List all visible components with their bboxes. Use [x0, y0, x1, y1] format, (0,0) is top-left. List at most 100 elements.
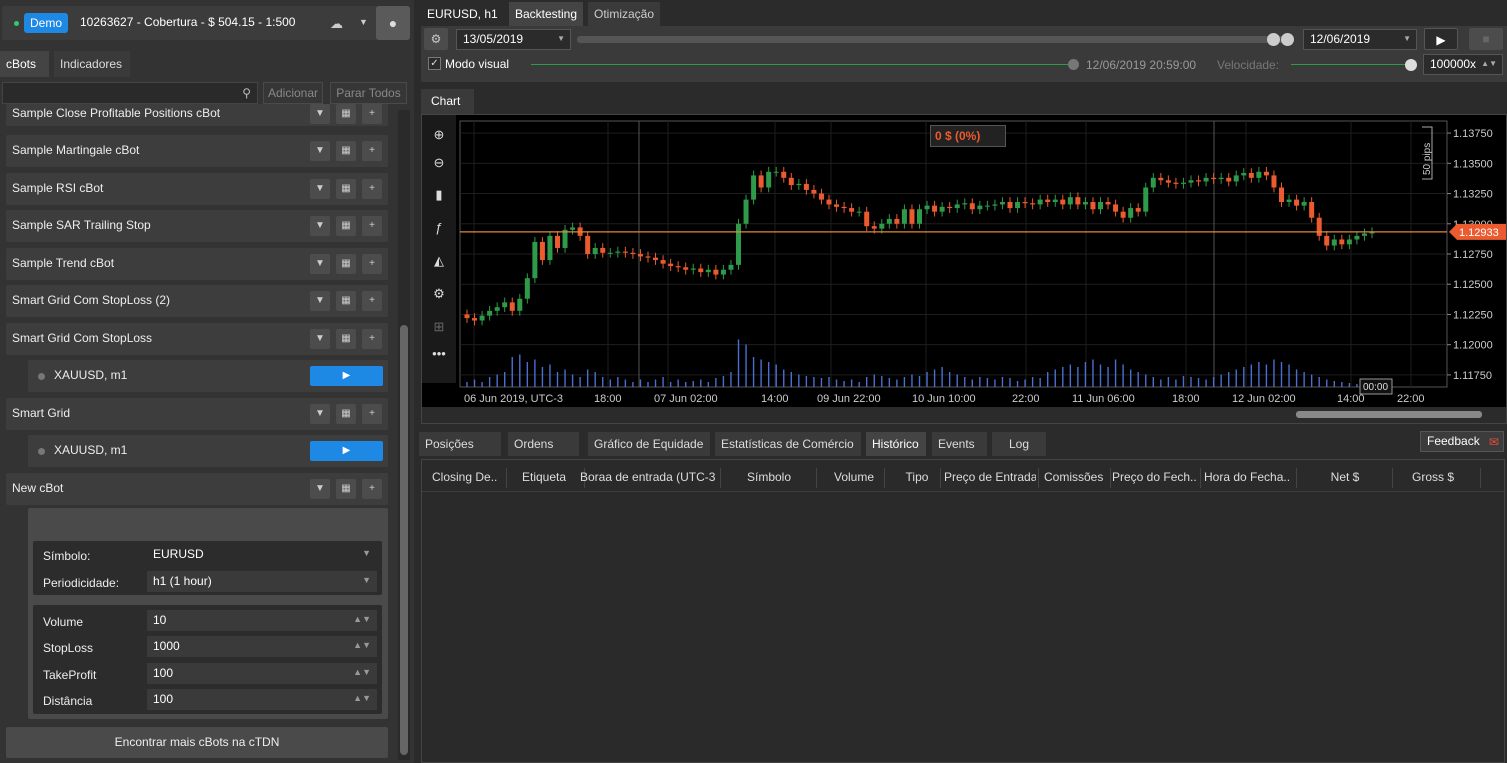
- progress-handle[interactable]: [1068, 59, 1079, 70]
- range-handle-start[interactable]: [1267, 33, 1280, 46]
- instances-icon[interactable]: ▦: [336, 141, 356, 161]
- cbot-row[interactable]: Sample SAR Trailing Stop ▼ ▦ +: [6, 210, 388, 242]
- chart-area[interactable]: ⊕ ⊖ ▮ ƒ ◭ ⚙ ⊞ ••• 1.13750 1.13500 1.13250 1…: [421, 114, 1507, 424]
- cbot-row[interactable]: Smart Grid ▼ ▦ +: [6, 398, 388, 430]
- add-instance-icon[interactable]: +: [362, 179, 382, 199]
- chevron-down-icon[interactable]: ▼: [310, 479, 330, 499]
- cbot-instance[interactable]: XAUUSD, m1 ▶: [28, 435, 388, 467]
- column-header[interactable]: Gross $: [1388, 470, 1478, 484]
- column-header[interactable]: Símbolo: [724, 470, 814, 484]
- chevron-down-icon[interactable]: ▼: [310, 329, 330, 349]
- stepper-icon[interactable]: ▲▼: [353, 640, 371, 650]
- tab-posicoes[interactable]: Posições0: [419, 432, 501, 477]
- column-separator[interactable]: [1296, 468, 1297, 488]
- column-header[interactable]: Preço de Entrada: [944, 470, 1036, 484]
- add-instance-icon[interactable]: +: [362, 404, 382, 424]
- start-date-picker[interactable]: 13/05/2019 ▼: [456, 29, 571, 50]
- instances-icon[interactable]: ▦: [336, 404, 356, 424]
- column-header[interactable]: Volume: [826, 470, 882, 484]
- volume-stepper[interactable]: 10 ▲▼: [147, 610, 377, 631]
- column-separator[interactable]: [940, 468, 941, 488]
- tab-historico[interactable]: Histórico: [866, 432, 926, 456]
- column-separator[interactable]: [1200, 468, 1201, 488]
- speed-select[interactable]: 100000x ▲▼: [1423, 54, 1503, 75]
- play-icon[interactable]: ▶: [1424, 28, 1458, 50]
- chevron-down-icon[interactable]: ▼: [310, 216, 330, 236]
- chevron-down-icon[interactable]: ▼: [310, 104, 330, 124]
- chevron-down-icon[interactable]: ▼: [310, 141, 330, 161]
- column-header[interactable]: Hora do Fecha..: [1204, 470, 1294, 484]
- hscroll-thumb[interactable]: [1296, 411, 1482, 418]
- column-header[interactable]: Net $: [1300, 470, 1390, 484]
- play-icon[interactable]: ▶: [310, 441, 383, 461]
- column-header[interactable]: Preço do Fech..: [1112, 470, 1198, 484]
- settings-gear-icon[interactable]: ⚙: [424, 28, 448, 50]
- instances-icon[interactable]: ▦: [336, 329, 356, 349]
- column-separator[interactable]: [506, 468, 507, 488]
- tab-trade-stats[interactable]: Estatísticas de Comércio: [715, 432, 861, 456]
- chevron-down-icon[interactable]: ▼: [310, 291, 330, 311]
- play-icon[interactable]: ▶: [310, 366, 383, 386]
- symbol-select[interactable]: EURUSD ▼: [147, 544, 377, 565]
- instances-icon[interactable]: ▦: [336, 291, 356, 311]
- date-range-slider[interactable]: [577, 33, 1294, 46]
- cbot-row[interactable]: Sample Martingale cBot ▼ ▦ +: [6, 135, 388, 167]
- stop-icon[interactable]: ■: [1469, 28, 1503, 50]
- account-bar[interactable]: Demo 10263627 - Cobertura - $ 504.15 - 1…: [2, 6, 410, 40]
- scroll-thumb[interactable]: [400, 325, 408, 755]
- user-icon[interactable]: ●: [376, 6, 410, 40]
- find-more-cbots-button[interactable]: Encontrar mais cBots na cTDN: [6, 727, 388, 758]
- chevron-down-icon[interactable]: ▼: [310, 179, 330, 199]
- cbot-row[interactable]: Sample Close Profitable Positions cBot ▼ ▦…: [6, 104, 388, 126]
- stepper-icon[interactable]: ▲▼: [353, 667, 371, 677]
- tab-backtesting[interactable]: Backtesting: [509, 2, 584, 26]
- instances-icon[interactable]: ▦: [336, 254, 356, 274]
- tab-indicadores[interactable]: Indicadores: [54, 51, 130, 77]
- tab-otimizacao[interactable]: Otimização: [588, 2, 661, 26]
- column-separator[interactable]: [1480, 468, 1481, 488]
- distance-stepper[interactable]: 100 ▲▼: [147, 689, 377, 710]
- add-instance-icon[interactable]: +: [362, 104, 382, 124]
- speed-handle[interactable]: [1405, 59, 1417, 71]
- cbot-row[interactable]: Smart Grid Com StopLoss (2) ▼ ▦ +: [6, 285, 388, 317]
- cbot-row[interactable]: Smart Grid Com StopLoss ▼ ▦ +: [6, 323, 388, 355]
- end-date-picker[interactable]: 12/06/2019 ▼: [1303, 29, 1417, 50]
- column-separator[interactable]: [816, 468, 817, 488]
- stop-all-button[interactable]: Parar Todos: [330, 82, 407, 104]
- tab-equity-chart[interactable]: Gráfico de Equidade: [588, 432, 710, 456]
- search-input[interactable]: ⚲: [2, 82, 258, 104]
- period-select[interactable]: h1 (1 hour) ▼: [147, 571, 377, 592]
- add-instance-icon[interactable]: +: [362, 216, 382, 236]
- add-button[interactable]: Adicionar: [263, 82, 323, 104]
- add-instance-icon[interactable]: +: [362, 479, 382, 499]
- cbot-row[interactable]: Sample RSI cBot ▼ ▦ +: [6, 173, 388, 205]
- column-header[interactable]: Etiqueta: [522, 470, 582, 484]
- tab-symbol[interactable]: EURUSD, h1: [421, 2, 504, 26]
- stoploss-stepper[interactable]: 1000 ▲▼: [147, 636, 377, 657]
- tab-chart[interactable]: Chart: [421, 89, 474, 114]
- chevron-down-icon[interactable]: ▼: [310, 254, 330, 274]
- stepper-icon[interactable]: ▲▼: [353, 614, 371, 624]
- column-separator[interactable]: [1038, 468, 1039, 488]
- instances-icon[interactable]: ▦: [336, 216, 356, 236]
- column-separator[interactable]: [1110, 468, 1111, 488]
- tab-log[interactable]: Log: [992, 432, 1046, 456]
- chevron-down-icon[interactable]: ▼: [359, 17, 368, 27]
- stepper-icon[interactable]: ▲▼: [353, 693, 371, 703]
- cbot-instance[interactable]: XAUUSD, m1 ▶: [28, 360, 388, 392]
- tab-events[interactable]: Events: [932, 432, 987, 456]
- price-chart[interactable]: 1.137501.135001.132501.130001.127501.125…: [422, 115, 1506, 405]
- column-header[interactable]: Closing De..: [432, 470, 504, 484]
- column-header[interactable]: Comissões: [1044, 470, 1108, 484]
- column-header[interactable]: Tipo: [896, 470, 938, 484]
- cbot-row[interactable]: Sample Trend cBot ▼ ▦ +: [6, 248, 388, 280]
- visual-mode-checkbox[interactable]: ✓: [428, 57, 441, 70]
- cbot-row[interactable]: New cBot ▼ ▦ +: [6, 473, 388, 505]
- takeprofit-stepper[interactable]: 100 ▲▼: [147, 663, 377, 684]
- feedback-button[interactable]: Feedback ✉: [1420, 431, 1504, 452]
- instances-icon[interactable]: ▦: [336, 179, 356, 199]
- chevron-down-icon[interactable]: ▼: [310, 404, 330, 424]
- column-separator[interactable]: [884, 468, 885, 488]
- range-handle-end[interactable]: [1281, 33, 1294, 46]
- add-instance-icon[interactable]: +: [362, 291, 382, 311]
